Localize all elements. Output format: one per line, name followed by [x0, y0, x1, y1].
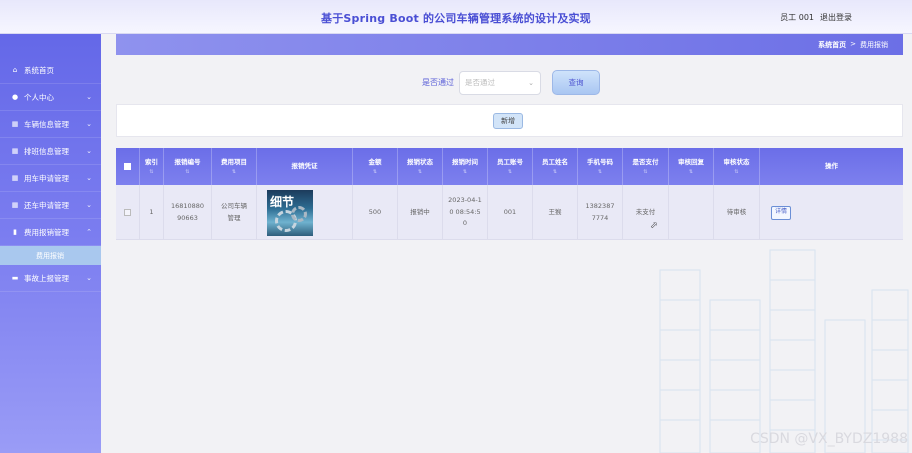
sidebar-item-personal[interactable]: ● 个人中心 ⌄	[0, 84, 101, 111]
select-all-header	[116, 148, 140, 185]
sidebar-item-home[interactable]: ⌂ 系统首页	[0, 57, 101, 84]
approved-select[interactable]: 是否通过 ⌄	[459, 70, 541, 95]
chevron-down-icon: ⌄	[86, 120, 92, 128]
column-header[interactable]: 员工姓名 ⇅	[533, 148, 578, 185]
mouse-cursor-icon: ⬀	[650, 221, 658, 231]
cell-actions: 详情	[760, 185, 903, 240]
sidebar-item-vehicle[interactable]: ▦ 车辆信息管理 ⌄	[0, 111, 101, 138]
sidebar-item-label: 车辆信息管理	[24, 119, 69, 129]
cell-time: 2023-04-10 08:54:50	[443, 185, 488, 240]
column-header[interactable]: 报销时间 ⇅	[443, 148, 488, 185]
chart-icon: ▮	[13, 228, 17, 236]
column-header: 操作	[825, 162, 838, 171]
cell-audit: 待审核	[714, 185, 760, 240]
gear-icon	[291, 205, 307, 222]
cell-amount: 500	[353, 185, 398, 240]
sidebar-item-accident[interactable]: ▬ 事故上报管理 ⌄	[0, 265, 101, 292]
column-header[interactable]: 报销状态 ⇅	[398, 148, 443, 185]
column-header[interactable]: 手机号码 ⇅	[578, 148, 623, 185]
cell-name: 王猴	[533, 185, 578, 240]
cell-account: 001	[488, 185, 533, 240]
search-button[interactable]: 查询	[552, 70, 600, 95]
sidebar-item-return-request[interactable]: ▦ 还车申请管理 ⌄	[0, 192, 101, 219]
cell-index: 1	[140, 185, 164, 240]
row-select-cell	[116, 185, 140, 240]
logout-link[interactable]: 退出登录	[820, 12, 852, 23]
table-row: 1 1681088090663 公司车辆管理 细节 500 报销中 2023-0…	[116, 185, 903, 240]
sidebar-item-schedule[interactable]: ▦ 排班信息管理 ⌄	[0, 138, 101, 165]
home-icon: ⌂	[12, 66, 18, 74]
column-header[interactable]: 报销编号 ⇅	[164, 148, 212, 185]
column-header[interactable]: 是否支付 ⇅	[623, 148, 669, 185]
column-header[interactable]: 审核回复 ⇅	[669, 148, 714, 185]
detail-button[interactable]: 详情	[771, 205, 791, 220]
chevron-down-icon: ⌄	[86, 274, 92, 282]
voucher-thumbnail[interactable]: 细节	[267, 189, 313, 236]
chevron-up-icon: ⌃	[86, 228, 92, 236]
user-name: 员工 001	[780, 13, 814, 22]
table-icon: ▦	[11, 147, 19, 155]
table-header: 索引 ⇅ 报销编号 ⇅ 费用项目 ⇅ 报销凭证 金额 ⇅ 报销状态 ⇅ 报销时间 ⇅ 员工账…	[116, 148, 903, 185]
sidebar: ⌂ 系统首页 ● 个人中心 ⌄ ▦ 车辆信息管理 ⌄ ▦ 排班信息管理 ⌄ ▦ …	[0, 34, 101, 453]
table-icon: ▦	[11, 120, 19, 128]
sidebar-item-label: 用车申请管理	[24, 173, 69, 183]
table-icon: ▦	[11, 174, 19, 182]
sidebar-item-label: 系统首页	[24, 65, 54, 75]
cell-paid: 未支付	[623, 185, 669, 240]
top-header: 基于Spring Boot 的公司车辆管理系统的设计及实现 员工 001 退出登…	[0, 0, 912, 34]
chevron-down-icon: ⌄	[86, 174, 92, 182]
column-header[interactable]: 审核状态 ⇅	[714, 148, 760, 185]
row-checkbox[interactable]	[124, 209, 131, 216]
user-icon: ●	[11, 93, 19, 101]
column-header[interactable]: 员工账号 ⇅	[488, 148, 533, 185]
table-icon: ▦	[11, 201, 19, 209]
chevron-down-icon: ⌄	[86, 147, 92, 155]
card-icon: ▬	[11, 274, 19, 282]
add-button[interactable]: 新增	[493, 113, 523, 129]
sidebar-subitem-expense[interactable]: 费用报销	[0, 246, 101, 265]
sidebar-item-label: 还车申请管理	[24, 200, 69, 210]
chevron-down-icon: ⌄	[86, 201, 92, 209]
cell-reply	[669, 185, 714, 240]
sidebar-item-use-request[interactable]: ▦ 用车申请管理 ⌄	[0, 165, 101, 192]
expense-table: 索引 ⇅ 报销编号 ⇅ 费用项目 ⇅ 报销凭证 金额 ⇅ 报销状态 ⇅ 报销时间 ⇅ 员工账…	[116, 148, 903, 240]
cell-item: 公司车辆管理	[212, 185, 257, 240]
search-bar: 是否通过 是否通过 ⌄ 查询	[422, 70, 600, 95]
sidebar-item-label: 费用报销管理	[24, 227, 69, 237]
column-header[interactable]: 费用项目 ⇅	[212, 148, 257, 185]
city-background-image	[659, 249, 909, 453]
column-header[interactable]: 索引 ⇅	[140, 148, 164, 185]
cell-status: 报销中	[398, 185, 443, 240]
sidebar-item-label: 个人中心	[24, 92, 54, 102]
cell-voucher: 细节	[257, 185, 353, 240]
sidebar-item-expense[interactable]: ▮ 费用报销管理 ⌃	[0, 219, 101, 246]
sidebar-item-label: 事故上报管理	[24, 273, 69, 283]
select-placeholder: 是否通过	[465, 78, 495, 87]
cell-phone: 13823877774	[578, 185, 623, 240]
watermark: CSDN @VX_BYDZ1988	[750, 431, 908, 447]
chevron-down-icon: ⌄	[86, 93, 92, 101]
column-header[interactable]: 金额 ⇅	[353, 148, 398, 185]
cell-number: 1681088090663	[164, 185, 212, 240]
user-area: 员工 001 退出登录	[780, 12, 852, 23]
breadcrumb-home[interactable]: 系统首页	[818, 40, 846, 50]
select-all-checkbox[interactable]	[124, 163, 131, 170]
sidebar-item-label: 排班信息管理	[24, 146, 69, 156]
page-title: 基于Spring Boot 的公司车辆管理系统的设计及实现	[321, 12, 591, 25]
search-label: 是否通过	[422, 78, 454, 87]
chevron-down-icon: ⌄	[528, 78, 534, 87]
breadcrumb-current: 费用报销	[860, 41, 888, 49]
breadcrumb: 系统首页 > 费用报销	[116, 34, 903, 55]
action-toolbar: 新增	[116, 104, 903, 137]
breadcrumb-separator: >	[850, 40, 856, 48]
column-header: 报销凭证	[257, 148, 353, 185]
